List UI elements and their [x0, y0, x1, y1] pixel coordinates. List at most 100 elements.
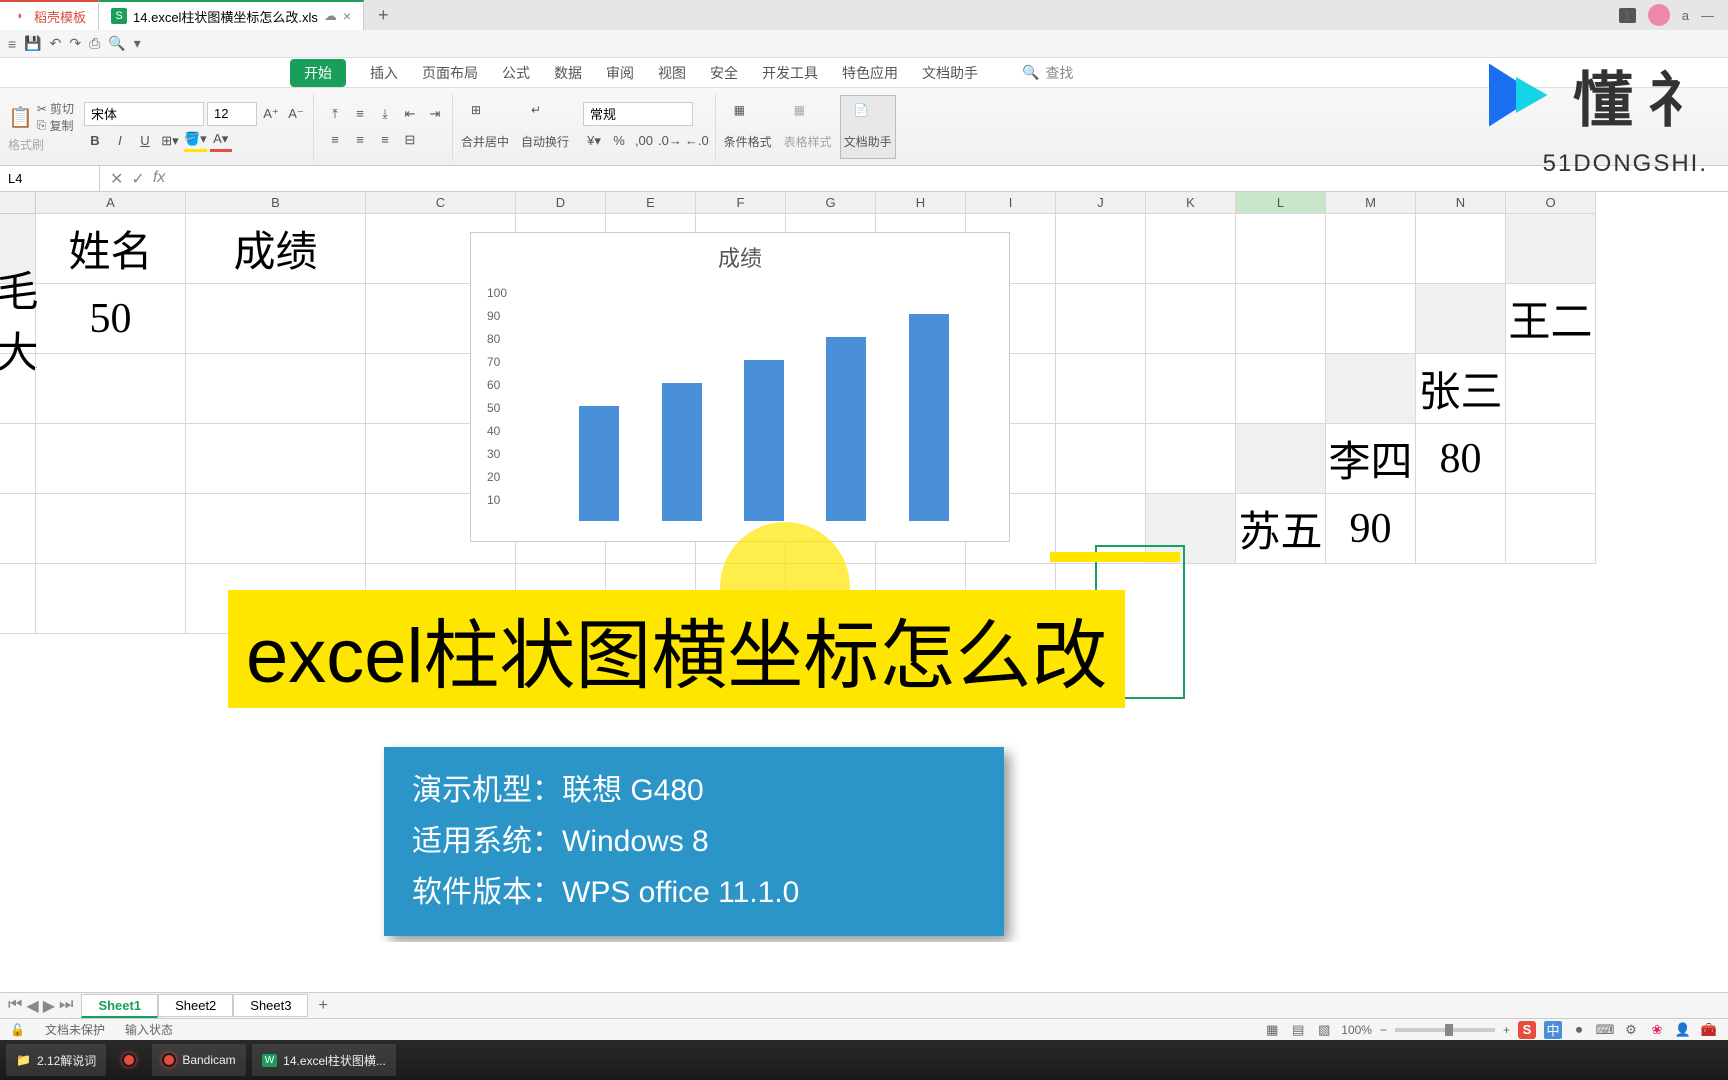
chart-bar[interactable]	[826, 337, 866, 521]
chart-bar[interactable]	[909, 314, 949, 521]
row-header[interactable]	[1416, 284, 1506, 354]
ime-lang-icon[interactable]: 中	[1544, 1021, 1562, 1039]
ribbon-tab-view[interactable]: 视图	[658, 63, 686, 83]
save-icon[interactable]: 💾	[24, 35, 41, 52]
wrap-text-button[interactable]: ↵ 自动换行	[517, 95, 573, 159]
sheet-nav-prev-icon[interactable]: ◀	[26, 996, 38, 1016]
ime-user-icon[interactable]: 👤	[1674, 1021, 1692, 1039]
italic-button[interactable]: I	[109, 130, 131, 152]
redo-icon[interactable]: ↷	[69, 35, 81, 52]
col-header[interactable]: N	[1416, 192, 1506, 214]
number-format-select[interactable]	[583, 102, 693, 126]
font-name-select[interactable]	[84, 102, 204, 126]
dec-inc-icon[interactable]: .0→	[658, 130, 682, 152]
col-header[interactable]: F	[696, 192, 786, 214]
col-header[interactable]: A	[36, 192, 186, 214]
align-left-icon[interactable]: ≡	[324, 129, 346, 151]
ribbon-tab-helper[interactable]: 文档助手	[922, 63, 978, 83]
view-normal-icon[interactable]: ▦	[1263, 1021, 1281, 1039]
taskbar-record1[interactable]	[112, 1044, 146, 1076]
print-icon[interactable]: ⎙	[89, 35, 100, 52]
ime-keyboard-icon[interactable]: ⌨	[1596, 1021, 1614, 1039]
cut-icon[interactable]: ✂	[37, 102, 47, 116]
protect-icon[interactable]: 🔓	[10, 1023, 25, 1037]
fill-color-button[interactable]: 🪣▾	[184, 130, 207, 152]
merge-center-button[interactable]: ⊞ 合并居中	[457, 95, 513, 159]
spreadsheet-area[interactable]: A B C D E F G H I J K L M N O 姓名 成绩 毛大 5…	[0, 192, 1728, 942]
view-page-icon[interactable]: ▤	[1289, 1021, 1307, 1039]
ribbon-tab-formula[interactable]: 公式	[502, 63, 530, 83]
dropdown-icon[interactable]: ▾	[134, 35, 141, 52]
tab-template[interactable]: ◗ 稻壳模板	[0, 0, 99, 30]
sogou-ime-icon[interactable]: S	[1518, 1021, 1536, 1039]
ime-punct-icon[interactable]: ⏺	[1570, 1021, 1588, 1039]
ribbon-tab-insert[interactable]: 插入	[370, 63, 398, 83]
sheet-nav-next-icon[interactable]: ▶	[43, 996, 55, 1016]
underline-button[interactable]: U	[134, 130, 156, 152]
ribbon-tab-feature[interactable]: 特色应用	[842, 63, 898, 83]
col-header[interactable]: C	[366, 192, 516, 214]
percent-icon[interactable]: %	[608, 130, 630, 152]
confirm-icon[interactable]: ✓	[131, 169, 144, 189]
notification-badge[interactable]: 1	[1619, 8, 1636, 23]
paste-icon[interactable]: 📋	[8, 105, 33, 130]
align-right-icon[interactable]: ≡	[374, 129, 396, 151]
font-color-button[interactable]: A▾	[210, 130, 232, 152]
preview-icon[interactable]: 🔍	[108, 35, 125, 52]
col-header[interactable]: D	[516, 192, 606, 214]
col-header[interactable]: M	[1326, 192, 1416, 214]
ribbon-tab-layout[interactable]: 页面布局	[422, 63, 478, 83]
col-header[interactable]: O	[1506, 192, 1596, 214]
align-top-icon[interactable]: ⤒	[324, 103, 346, 125]
cancel-icon[interactable]: ✕	[110, 169, 123, 189]
doc-helper-button[interactable]: 📄 文档助手	[840, 95, 896, 159]
sheet-tab[interactable]: Sheet3	[233, 994, 308, 1017]
row-header[interactable]	[1506, 214, 1596, 284]
fx-icon[interactable]: fx	[153, 169, 165, 189]
col-header[interactable]: H	[876, 192, 966, 214]
row-header[interactable]	[1326, 354, 1416, 424]
align-center-icon[interactable]: ≡	[349, 129, 371, 151]
cell[interactable]: 李四	[1326, 424, 1416, 494]
sheet-nav-first-icon[interactable]: ⏮	[8, 996, 22, 1016]
chart-bar[interactable]	[579, 406, 619, 521]
undo-icon[interactable]: ↶	[50, 35, 62, 52]
chart-bar[interactable]	[662, 383, 702, 521]
view-break-icon[interactable]: ▧	[1315, 1021, 1333, 1039]
cell[interactable]: 王二	[1506, 284, 1596, 354]
cell[interactable]	[0, 354, 36, 424]
merge-split-icon[interactable]: ⊟	[399, 129, 421, 151]
col-header[interactable]: B	[186, 192, 366, 214]
cell[interactable]: 苏五	[1236, 494, 1326, 564]
dec-dec-icon[interactable]: ←.0	[685, 130, 709, 152]
align-middle-icon[interactable]: ≡	[349, 103, 371, 125]
ime-settings-icon[interactable]: ⚙	[1622, 1021, 1640, 1039]
cell[interactable]: 姓名	[36, 214, 186, 284]
cell[interactable]	[1506, 354, 1596, 424]
sheet-nav-last-icon[interactable]: ⏭	[59, 996, 73, 1016]
currency-icon[interactable]: ¥▾	[583, 130, 605, 152]
user-avatar[interactable]	[1648, 4, 1670, 26]
decrease-font-icon[interactable]: A⁻	[285, 103, 307, 125]
row-header[interactable]	[1236, 424, 1326, 494]
zoom-out-icon[interactable]: −	[1380, 1023, 1387, 1037]
cell[interactable]: 50	[36, 284, 186, 354]
col-header[interactable]: I	[966, 192, 1056, 214]
align-bottom-icon[interactable]: ⤓	[374, 103, 396, 125]
col-header[interactable]: J	[1056, 192, 1146, 214]
col-header[interactable]: L	[1236, 192, 1326, 214]
ribbon-tab-review[interactable]: 审阅	[606, 63, 634, 83]
taskbar-wps[interactable]: W 14.excel柱状图横...	[252, 1044, 396, 1076]
ime-skin-icon[interactable]: ❀	[1648, 1021, 1666, 1039]
bold-button[interactable]: B	[84, 130, 106, 152]
col-header[interactable]: G	[786, 192, 876, 214]
zoom-slider[interactable]	[1395, 1028, 1495, 1032]
minimize-button[interactable]: —	[1701, 8, 1714, 23]
chart-bar[interactable]	[744, 360, 784, 521]
zoom-in-icon[interactable]: +	[1503, 1023, 1510, 1037]
indent-inc-icon[interactable]: ⇥	[424, 103, 446, 125]
font-size-select[interactable]	[207, 102, 257, 126]
sheet-add-button[interactable]: +	[308, 997, 337, 1015]
select-all-corner[interactable]	[0, 192, 36, 214]
ribbon-tab-start[interactable]: 开始	[290, 59, 346, 87]
